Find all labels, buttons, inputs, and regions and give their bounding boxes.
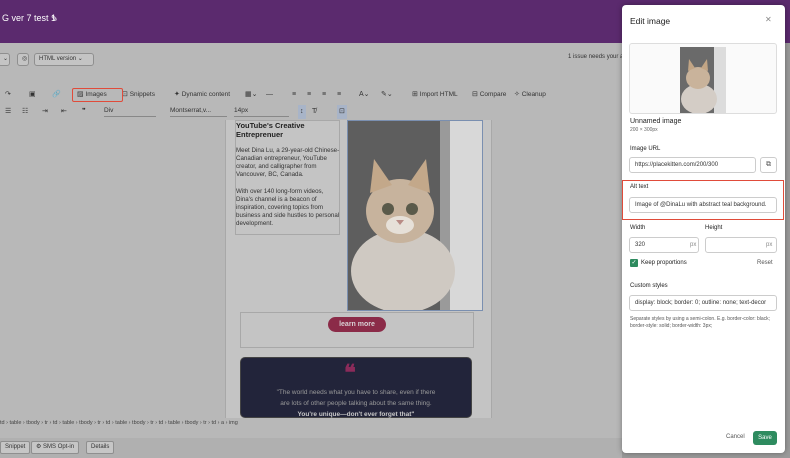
compare-button[interactable]: ⊟ Compare [472, 88, 506, 102]
table-icon[interactable]: ▦⌄ [245, 88, 257, 102]
quote-card[interactable] [240, 357, 472, 418]
compare-label: Compare [479, 91, 507, 98]
snippet-tab[interactable]: Snippet [0, 441, 31, 454]
images-button-highlight [72, 88, 123, 102]
wand-icon: ✦ [174, 91, 180, 98]
align-justify-icon[interactable]: ≡ [337, 88, 341, 102]
html-version-label: HTML version [39, 56, 77, 62]
keep-proportions-label: Keep proportions [641, 260, 687, 266]
sms-optin-label: SMS Opt-in [43, 444, 75, 450]
content-heading[interactable]: YouTube's Creative Entreprenuer [236, 121, 340, 139]
quote-line-1: "The world needs what you have to share,… [276, 389, 436, 396]
align-left-icon[interactable]: ≡ [292, 88, 296, 102]
quote-line-2: are lots of other people talking about t… [280, 400, 432, 407]
snippets-button[interactable]: ⊡ Snippets [122, 88, 155, 102]
custom-styles-label: Custom styles [630, 283, 668, 289]
height-label: Height [705, 225, 723, 231]
panel-title: Edit image [630, 16, 671, 26]
snippets-label: Snippets [129, 91, 155, 98]
close-icon[interactable]: ✕ [765, 15, 772, 24]
image-name: Unnamed image [630, 118, 682, 125]
align-right-icon[interactable]: ≡ [322, 88, 326, 102]
channel-paragraph[interactable]: With over 140 long-form videos, Dina's c… [236, 188, 340, 228]
cleanup-button[interactable]: ✧ Cleanup [514, 88, 546, 102]
block-format-select[interactable]: Div [104, 105, 156, 117]
line-height-icon[interactable]: ↕ [298, 105, 306, 119]
settings-icon[interactable]: ◎ [17, 53, 29, 66]
list-icon[interactable]: ☰ [5, 105, 11, 119]
indent-icon[interactable]: ⇥ [42, 105, 48, 119]
quote-mark-icon: ❝ [344, 360, 356, 386]
text-color-icon[interactable]: A⌄ [359, 88, 370, 102]
import-html-label: Import HTML [419, 91, 458, 98]
save-button[interactable]: Save [753, 431, 777, 445]
gear-icon: ⚙ [36, 444, 44, 450]
broom-icon: ✧ [514, 91, 520, 98]
outdent-icon[interactable]: ⇤ [61, 105, 67, 119]
import-icon: ⊞ [412, 91, 418, 98]
reset-button[interactable]: Reset [757, 260, 773, 266]
select-block-icon[interactable]: ⊡ [337, 105, 347, 119]
image-url-input[interactable]: https://placekitten.com/200/300 [629, 157, 756, 173]
image-url-label: Image URL [630, 146, 661, 152]
editor-topbar: ⌄ ◎ HTML version ⌄ 1 issue needs your a [0, 50, 623, 72]
dynamic-content-label: Dynamic content [181, 91, 231, 98]
clear-format-icon[interactable]: T̸ [312, 105, 316, 119]
selected-kitten-image[interactable] [347, 120, 483, 311]
width-unit: px [690, 242, 697, 248]
highlight-icon[interactable]: ✎⌄ [381, 88, 393, 102]
element-breadcrumb[interactable]: td › table › tbody › tr › td › table › t… [0, 420, 622, 430]
font-family-value: Montserrat,v... [170, 107, 212, 114]
font-family-select[interactable]: Montserrat,v... [170, 105, 227, 117]
font-size-select[interactable]: 14px [234, 105, 289, 117]
quote-line-3: You're unique—don't ever forget that" [297, 411, 415, 418]
custom-styles-input[interactable]: display: block; border: 0; outline: none… [629, 295, 777, 311]
image-dimensions: 200 × 300px [630, 127, 658, 133]
learn-more-button[interactable]: learn more [328, 317, 386, 332]
copy-icon[interactable]: ⧉ [760, 157, 777, 173]
align-center-icon[interactable]: ≡ [307, 88, 311, 102]
cleanup-label: Cleanup [521, 91, 546, 98]
import-html-button[interactable]: ⊞ Import HTML [412, 88, 458, 102]
redo-icon[interactable]: ↷ [5, 88, 11, 102]
toolbar-secondary: ☰ ☷ ⇥ ⇤ ❞ Div Montserrat,v... 14px ↕ T̸ … [0, 105, 622, 119]
numbered-list-icon[interactable]: ☷ [22, 105, 28, 119]
keep-proportions-checkbox[interactable]: ✓ [630, 259, 638, 267]
height-unit: px [766, 242, 773, 248]
image-preview-thumbnail [680, 47, 726, 113]
quote-icon[interactable]: ❞ [82, 105, 86, 119]
html-version-select[interactable]: HTML version ⌄ [34, 53, 94, 66]
intro-paragraph[interactable]: Meet Dina Lu, a 29-year-old Chinese-Cana… [236, 147, 340, 179]
block-format-value: Div [104, 107, 114, 114]
pencil-icon[interactable]: ✎ [51, 14, 58, 23]
alt-text-label: Alt text [630, 184, 649, 190]
details-tab[interactable]: Details [86, 441, 115, 454]
email-title[interactable]: G ver 7 test 1 [2, 13, 56, 23]
custom-styles-help: Separate styles by using a semi-colon. E… [630, 316, 771, 329]
save-icon[interactable]: ▣ [29, 88, 36, 102]
link-icon[interactable]: 🔗 [52, 88, 61, 102]
width-input[interactable]: 320 [629, 237, 699, 253]
width-label: Width [630, 225, 646, 231]
dynamic-content-button[interactable]: ✦ Dynamic content [174, 88, 230, 102]
chevron-down-icon[interactable]: ⌄ [0, 53, 10, 66]
issues-notice[interactable]: 1 issue needs your a [568, 54, 623, 60]
cancel-button[interactable]: Cancel [726, 434, 745, 440]
font-size-value: 14px [234, 107, 249, 114]
sms-optin-tab[interactable]: ⚙ SMS Opt-in [31, 441, 80, 454]
alt-text-input[interactable]: Image of @DinaLu with abstract teal back… [629, 197, 777, 213]
horizontal-rule-icon[interactable]: — [266, 88, 273, 102]
compare-icon: ⊟ [472, 91, 478, 98]
